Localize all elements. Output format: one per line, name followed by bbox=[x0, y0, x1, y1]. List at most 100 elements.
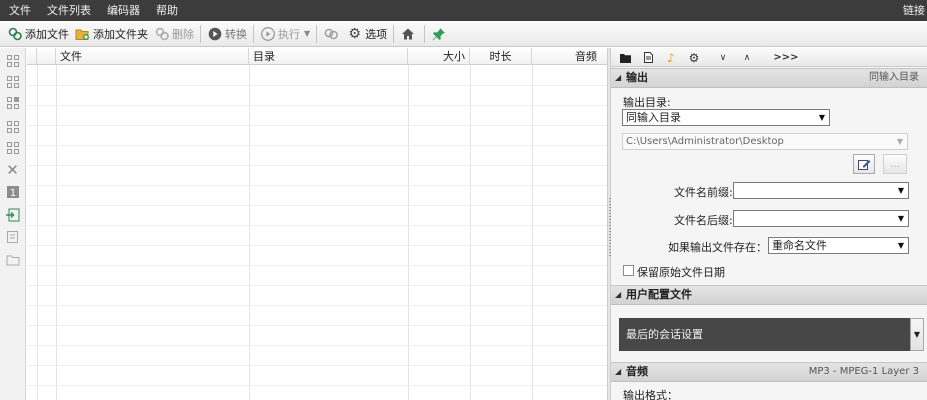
profile-section-header[interactable]: ◢ 用户配置文件 bbox=[611, 285, 927, 305]
column-header-duration[interactable]: 时长 bbox=[470, 48, 532, 65]
select-none-icon[interactable] bbox=[4, 73, 21, 90]
profile-select[interactable]: 最后的会话设置 bbox=[619, 318, 910, 351]
export-list-icon[interactable] bbox=[4, 228, 21, 245]
keep-date-label[interactable]: 保留原始文件日期 bbox=[637, 264, 725, 280]
add-file-label: 添加文件 bbox=[25, 27, 69, 41]
browse-folder-button[interactable] bbox=[853, 154, 875, 174]
filename-suffix-input[interactable]: ▼ bbox=[733, 210, 909, 227]
output-section-title: 输出 bbox=[626, 71, 648, 84]
chevron-down-icon: ▼ bbox=[913, 330, 921, 339]
output-section-header[interactable]: ◢ 输出 同输入目录 bbox=[611, 68, 927, 88]
toolbar: 添加文件 添加文件夹 删除 转换 执行 ▼ ⚙ 选项 bbox=[0, 21, 927, 47]
menu-link[interactable]: 链接 bbox=[903, 0, 927, 21]
convert-icon bbox=[207, 26, 222, 41]
filename-prefix-input[interactable]: ▼ bbox=[733, 182, 909, 199]
delete-label: 删除 bbox=[172, 27, 194, 41]
menu-encoder[interactable]: 编码器 bbox=[99, 0, 148, 21]
more-options-button[interactable]: ... bbox=[883, 154, 907, 174]
table-row-line bbox=[27, 305, 607, 306]
filename-prefix-label: 文件名前缀: bbox=[674, 186, 733, 199]
output-path-field[interactable]: C:\Users\Administrator\Desktop ▼ bbox=[622, 133, 908, 150]
if-exists-select[interactable]: 重命名文件 ▼ bbox=[768, 237, 909, 254]
convert-button[interactable]: 转换 bbox=[204, 23, 250, 45]
table-row-line bbox=[27, 165, 607, 166]
select-grid-alt-icon[interactable] bbox=[4, 139, 21, 156]
table-row-line bbox=[27, 365, 607, 366]
chevron-down-icon[interactable]: ▼ bbox=[304, 29, 310, 38]
music-note-icon[interactable]: ♪ bbox=[663, 50, 679, 65]
table-row-line bbox=[27, 125, 607, 126]
column-header-audio[interactable]: 音频 bbox=[532, 48, 607, 65]
output-section-summary: 同输入目录 bbox=[869, 72, 919, 83]
collapse-triangle-icon: ◢ bbox=[615, 73, 622, 82]
chevron-up-icon[interactable]: ∧ bbox=[739, 50, 755, 65]
batch-button[interactable] bbox=[320, 23, 344, 45]
file-table[interactable]: 文件 目录 大小 时长 音频 bbox=[27, 48, 607, 400]
chevron-down-icon: ▼ bbox=[897, 186, 904, 195]
column-header-index bbox=[37, 48, 56, 65]
folder-tab-icon[interactable] bbox=[617, 50, 633, 65]
filename-suffix-label: 文件名后缀: bbox=[674, 214, 733, 227]
menu-file-list[interactable]: 文件列表 bbox=[39, 0, 99, 21]
options-label: 选项 bbox=[365, 27, 388, 41]
toolbar-separator bbox=[424, 24, 426, 43]
keep-date-checkbox[interactable] bbox=[623, 265, 634, 276]
add-file-button[interactable]: 添加文件 bbox=[4, 23, 72, 45]
delete-icon bbox=[154, 26, 169, 41]
left-tool-strip: ✕ 1 bbox=[0, 48, 26, 400]
chevron-down-icon: ▼ bbox=[897, 241, 904, 250]
profile-dropdown-button[interactable]: ▼ bbox=[910, 318, 924, 351]
options-button[interactable]: ⚙ 选项 bbox=[344, 23, 390, 45]
toolbar-separator bbox=[253, 24, 254, 43]
if-exists-label: 如果输出文件存在： bbox=[668, 241, 767, 254]
column-header-size[interactable]: 大小 bbox=[408, 48, 470, 65]
pin-button[interactable] bbox=[428, 23, 452, 45]
numbered-list-icon[interactable]: 1 bbox=[4, 183, 21, 200]
column-divider bbox=[532, 65, 533, 400]
output-path-value: C:\Users\Administrator\Desktop bbox=[626, 136, 784, 147]
column-header-file[interactable]: 文件 bbox=[56, 48, 249, 65]
document-tab-icon[interactable] bbox=[640, 50, 656, 65]
chevron-down-icon[interactable]: ∨ bbox=[715, 50, 731, 65]
column-header-directory[interactable]: 目录 bbox=[249, 48, 408, 65]
add-folder-button[interactable]: 添加文件夹 bbox=[72, 23, 151, 45]
audio-section-header[interactable]: ◢ 音频 MP3 - MPEG-1 Layer 3 bbox=[611, 362, 927, 382]
table-row-line bbox=[27, 145, 607, 146]
toolbar-separator bbox=[316, 24, 318, 43]
select-all-icon[interactable] bbox=[4, 52, 21, 69]
edit-folder-icon bbox=[857, 160, 870, 170]
close-icon[interactable]: ✕ bbox=[4, 161, 21, 179]
home-button[interactable] bbox=[397, 23, 421, 45]
chevron-down-icon: ▼ bbox=[897, 214, 904, 223]
delete-button[interactable]: 删除 bbox=[151, 23, 197, 45]
table-row-line bbox=[27, 285, 607, 286]
add-folder-label: 添加文件夹 bbox=[93, 27, 148, 41]
folder-icon[interactable] bbox=[4, 251, 21, 268]
table-row-line bbox=[27, 225, 607, 226]
output-format-label: 输出格式： bbox=[623, 389, 678, 400]
execute-button[interactable]: 执行 ▼ bbox=[257, 23, 313, 45]
select-grid-icon[interactable] bbox=[4, 118, 21, 135]
more-tabs-button[interactable]: >>> bbox=[771, 50, 801, 65]
menu-file[interactable]: 文件 bbox=[0, 0, 39, 21]
collapse-triangle-icon: ◢ bbox=[615, 367, 622, 376]
table-row-line bbox=[27, 265, 607, 266]
audio-section-title: 音频 bbox=[626, 365, 648, 378]
column-divider bbox=[470, 65, 471, 400]
link-rings-icon bbox=[323, 26, 338, 41]
home-icon bbox=[400, 26, 415, 41]
invert-selection-icon[interactable] bbox=[4, 94, 21, 111]
svg-text:1: 1 bbox=[9, 188, 15, 199]
output-dir-select[interactable]: 同输入目录 ▼ bbox=[622, 109, 830, 126]
table-row-line bbox=[27, 185, 607, 186]
table-row-line bbox=[27, 245, 607, 246]
gear-tab-icon[interactable]: ⚙ bbox=[686, 50, 702, 65]
table-row-line bbox=[27, 345, 607, 346]
chevron-down-icon: ▼ bbox=[818, 113, 825, 122]
import-icon[interactable] bbox=[4, 206, 21, 223]
table-row-line bbox=[27, 385, 607, 386]
if-exists-value: 重命名文件 bbox=[772, 239, 827, 252]
pin-icon bbox=[431, 26, 446, 41]
gear-icon: ⚙ bbox=[348, 25, 361, 42]
menu-help[interactable]: 帮助 bbox=[148, 0, 186, 21]
